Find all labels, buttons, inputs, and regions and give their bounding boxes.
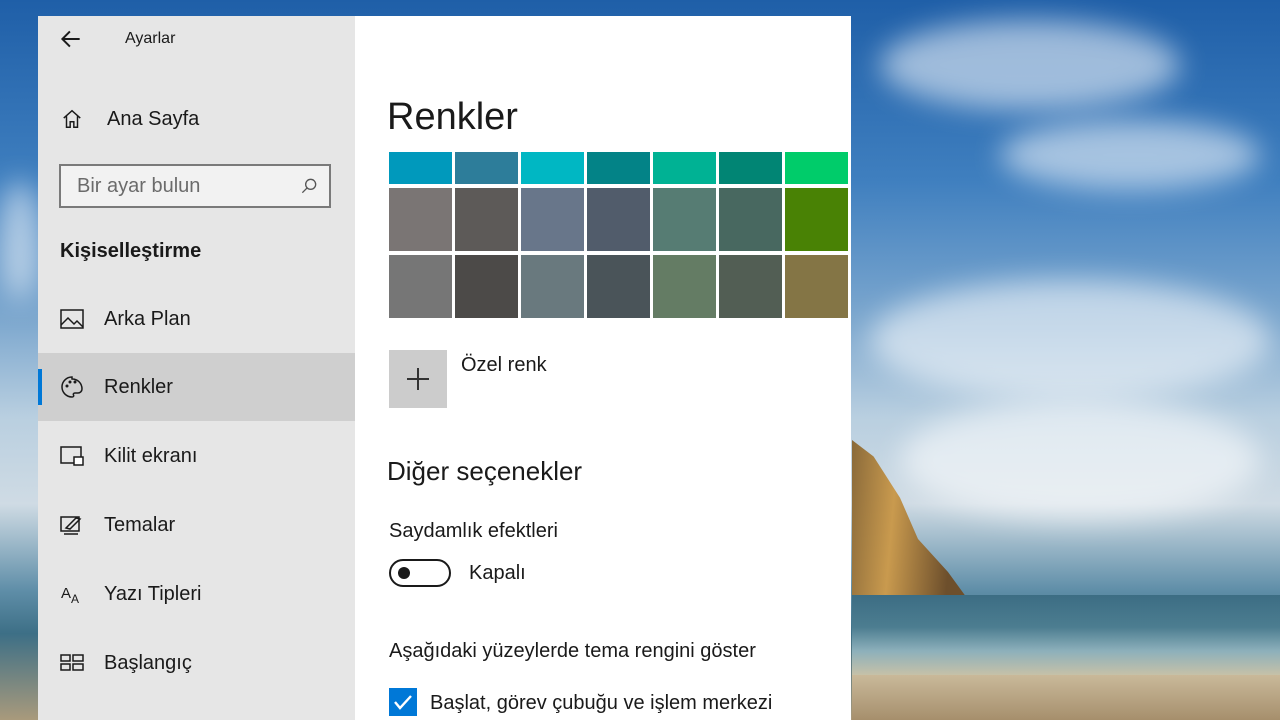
sidebar-item-arka-plan[interactable]: Arka Plan <box>38 285 355 353</box>
sidebar-item-label: Başlangıç <box>104 651 192 674</box>
color-swatch[interactable] <box>455 188 518 251</box>
plus-icon <box>407 368 429 390</box>
color-swatch[interactable] <box>521 152 584 184</box>
color-swatch[interactable] <box>521 255 584 318</box>
transparency-state: Kapalı <box>469 562 526 584</box>
toggle-knob <box>398 567 410 579</box>
sidebar-item-baslangic[interactable]: Başlangıç <box>38 629 355 697</box>
sidebar: Ayarlar Ana Sayfa Kişiselleştirme Arka P… <box>38 16 355 720</box>
color-swatch[interactable] <box>719 255 782 318</box>
color-swatch[interactable] <box>455 255 518 318</box>
sidebar-item-label: Kilit ekranı <box>104 444 198 467</box>
start-taskbar-checkbox[interactable] <box>389 688 417 716</box>
color-swatch[interactable] <box>587 188 650 251</box>
svg-text:A: A <box>61 585 71 602</box>
color-swatch[interactable] <box>785 255 848 318</box>
search-input[interactable] <box>61 166 297 206</box>
checkmark-icon <box>394 695 412 710</box>
fonts-icon: AA <box>60 582 84 606</box>
main-content: Renkler Özel renk Diğer seçenekler Sayda… <box>355 16 851 720</box>
color-swatch[interactable] <box>587 255 650 318</box>
home-icon <box>60 107 84 131</box>
transparency-label: Saydamlık efektleri <box>389 520 558 542</box>
sidebar-item-renkler[interactable]: Renkler <box>38 353 355 421</box>
color-swatch[interactable] <box>719 152 782 184</box>
sidebar-item-label: Arka Plan <box>104 307 191 330</box>
themes-icon <box>60 513 84 537</box>
sidebar-item-kilit-ekrani[interactable]: Kilit ekranı <box>38 422 355 490</box>
search-box[interactable] <box>59 164 331 208</box>
custom-color-button[interactable] <box>389 350 447 408</box>
other-options-heading: Diğer seçenekler <box>387 456 583 486</box>
section-title: Kişiselleştirme <box>60 240 202 262</box>
nav-home-label: Ana Sayfa <box>107 107 200 130</box>
palette-icon <box>60 375 84 399</box>
start-icon <box>60 651 84 675</box>
color-swatch[interactable] <box>587 152 650 184</box>
color-swatch[interactable] <box>785 152 848 184</box>
color-swatch[interactable] <box>521 188 584 251</box>
color-swatch[interactable] <box>389 152 452 184</box>
color-swatch[interactable] <box>653 152 716 184</box>
color-swatch[interactable] <box>719 188 782 251</box>
color-swatch[interactable] <box>455 152 518 184</box>
app-title: Ayarlar <box>125 30 176 47</box>
title-bar: Ayarlar <box>38 16 355 62</box>
color-swatch[interactable] <box>653 188 716 251</box>
svg-text:A: A <box>71 592 79 605</box>
custom-color-label: Özel renk <box>461 354 547 376</box>
sidebar-item-temalar[interactable]: Temalar <box>38 491 355 559</box>
nav-home[interactable]: Ana Sayfa <box>38 98 355 140</box>
color-swatch[interactable] <box>389 188 452 251</box>
color-swatch[interactable] <box>389 255 452 318</box>
sidebar-item-label: Renkler <box>104 375 173 398</box>
back-arrow-icon[interactable] <box>58 26 84 52</box>
image-icon <box>60 307 84 331</box>
settings-window: Ayarlar Ana Sayfa Kişiselleştirme Arka P… <box>38 16 851 720</box>
page-title: Renkler <box>387 96 518 138</box>
lock-screen-icon <box>60 444 84 468</box>
search-icon[interactable] <box>299 176 319 196</box>
transparency-toggle[interactable] <box>389 559 451 587</box>
start-taskbar-label: Başlat, görev çubuğu ve işlem merkezi <box>430 692 773 714</box>
sidebar-item-yazi-tipleri[interactable]: AA Yazı Tipleri <box>38 560 355 628</box>
color-swatch[interactable] <box>653 255 716 318</box>
color-swatch[interactable] <box>785 188 848 251</box>
sidebar-item-label: Yazı Tipleri <box>104 582 202 605</box>
sidebar-item-label: Temalar <box>104 513 176 536</box>
surfaces-label: Aşağıdaki yüzeylerde tema rengini göster <box>389 640 756 662</box>
